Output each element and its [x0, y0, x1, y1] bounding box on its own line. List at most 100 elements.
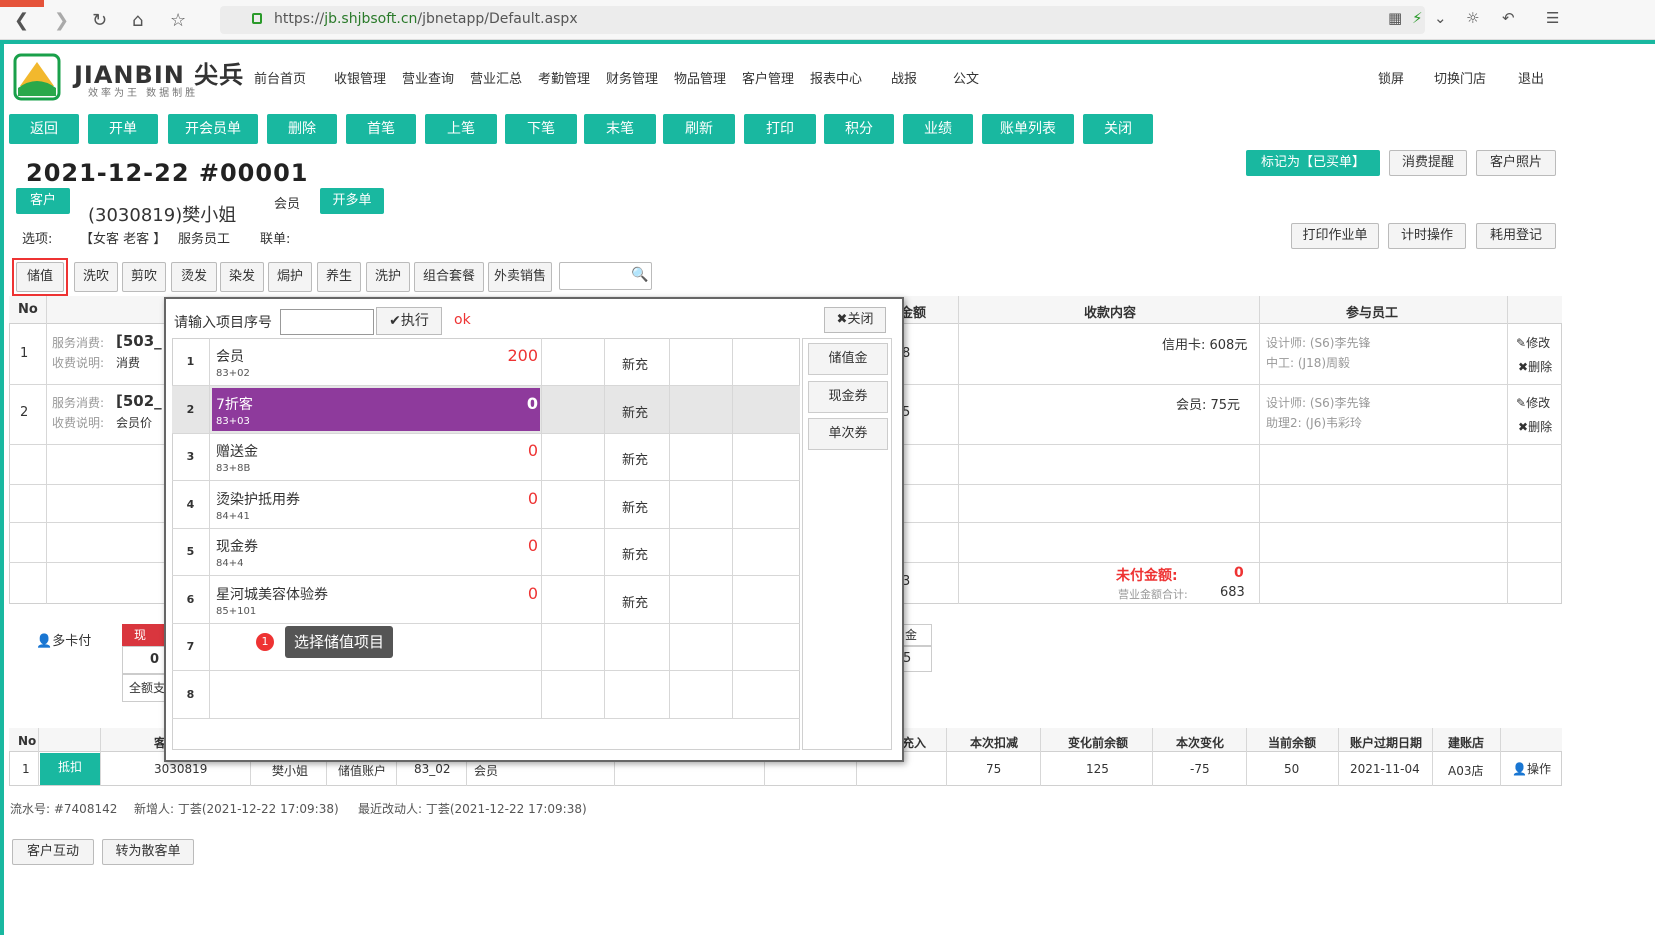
mark-paid-button[interactable]: 标记为【已买单】	[1246, 150, 1380, 176]
brand-logo-icon	[13, 53, 61, 101]
side-single-coupon-button[interactable]: 单次券	[808, 418, 888, 450]
grid-icon[interactable]: ▦	[1388, 9, 1402, 27]
toolbar-button[interactable]: 关闭	[1083, 114, 1153, 144]
category-button[interactable]: 洗吹	[74, 262, 118, 292]
back-icon[interactable]: ❮	[14, 10, 29, 31]
right-tab[interactable]: 金	[900, 624, 932, 646]
item-row[interactable]: 8	[172, 670, 800, 719]
customer-interaction-button[interactable]: 客户互动	[12, 839, 94, 865]
item-row[interactable]: 4 烫染护抵用券 84+41 0 新充	[172, 480, 800, 529]
col-divider	[669, 623, 670, 671]
cash-value[interactable]: 0	[122, 646, 166, 674]
nav-item[interactable]: 财务管理	[606, 68, 658, 87]
side-cash-coupon-button[interactable]: 现金券	[808, 381, 888, 413]
category-button[interactable]: 外卖销售	[488, 262, 552, 292]
toolbar-button[interactable]: 返回	[9, 114, 79, 144]
convert-walkin-button[interactable]: 转为散客单	[102, 839, 194, 865]
toolbar-button[interactable]: 末笔	[584, 114, 656, 144]
star-icon[interactable]: ☆	[170, 10, 186, 31]
acct-col-charge: 充入	[902, 736, 927, 750]
toolbar-button[interactable]: 刷新	[663, 114, 735, 144]
brightness-icon[interactable]: ☼	[1466, 9, 1479, 27]
toolbar-button[interactable]: 业绩	[903, 114, 973, 144]
acct-operate-button[interactable]: 👤操作	[1512, 760, 1551, 777]
nav-item[interactable]: 物品管理	[674, 68, 726, 87]
nav-item[interactable]: 战报	[891, 68, 917, 87]
toolbar-button[interactable]: 上笔	[425, 114, 497, 144]
nav-item[interactable]: 报表中心	[810, 68, 862, 87]
nav-item[interactable]: 客户管理	[742, 68, 794, 87]
item-value: 200	[507, 346, 538, 365]
toolbar-button[interactable]: 删除	[267, 114, 337, 144]
row-no: 2	[20, 405, 29, 420]
full-pay-button[interactable]: 全额支	[122, 674, 166, 702]
chevron-down-icon[interactable]: ⌄	[1434, 9, 1447, 27]
forward-icon[interactable]: ❯	[54, 10, 69, 31]
deduct-button[interactable]: 抵扣	[40, 753, 100, 785]
category-button[interactable]: 洗护	[366, 262, 410, 292]
item-row[interactable]: 1 会员 83+02 200 新充	[172, 338, 800, 386]
nav-item[interactable]: 收银管理	[334, 68, 386, 87]
item-row[interactable]: 2 7折客 83+03 0 新充	[172, 385, 800, 434]
category-button[interactable]: 组合套餐	[414, 262, 484, 292]
menu-icon[interactable]: ☰	[1546, 9, 1559, 27]
timer-button[interactable]: 计时操作	[1388, 223, 1466, 249]
nav-item[interactable]: 考勤管理	[538, 68, 590, 87]
category-button[interactable]: 烫发	[171, 262, 217, 292]
toolbar-button[interactable]: 打印	[744, 114, 816, 144]
multi-order-button[interactable]: 开多单	[320, 188, 384, 214]
search-icon[interactable]: 🔍	[631, 267, 648, 283]
col-divider	[1259, 296, 1260, 604]
service-staff-link[interactable]: 服务员工	[178, 228, 230, 247]
category-button[interactable]: 养生	[317, 262, 361, 292]
edit-button[interactable]: ✎修改	[1516, 394, 1550, 411]
toolbar-button[interactable]: 账单列表	[982, 114, 1074, 144]
col-divider	[732, 575, 733, 624]
item-row[interactable]: 5 现金券 84+4 0 新充	[172, 528, 800, 576]
reload-icon[interactable]: ↻	[92, 10, 107, 31]
print-worksheet-button[interactable]: 打印作业单	[1291, 223, 1379, 249]
linked-order-label[interactable]: 联单:	[260, 228, 290, 247]
delete-button[interactable]: ✖删除	[1518, 358, 1552, 375]
item-no: 1	[172, 338, 210, 386]
category-button[interactable]: 焗护	[268, 262, 312, 292]
cash-tab[interactable]: 现	[122, 624, 166, 646]
toolbar-button[interactable]: 开单	[88, 114, 158, 144]
customer-photo-button[interactable]: 客户照片	[1476, 150, 1556, 176]
toolbar-button[interactable]: 下笔	[505, 114, 577, 144]
execute-button[interactable]: ✔执行	[376, 307, 442, 335]
delete-button[interactable]: ✖删除	[1518, 418, 1552, 435]
nav-right-item[interactable]: 退出	[1518, 68, 1544, 87]
item-row[interactable]: 6 星河城美容体验券 85+101 0 新充	[172, 575, 800, 624]
unpaid-label: 未付金额:	[1116, 568, 1178, 584]
toolbar-button[interactable]: 积分	[824, 114, 894, 144]
side-stored-value-button[interactable]: 储值金	[808, 343, 888, 375]
consumption-log-button[interactable]: 耗用登记	[1476, 223, 1556, 249]
nav-right-item[interactable]: 切换门店	[1434, 68, 1486, 87]
nav-item[interactable]: 营业汇总	[470, 68, 522, 87]
category-button[interactable]: 剪吹	[122, 262, 166, 292]
edit-button[interactable]: ✎修改	[1516, 334, 1550, 351]
col-divider	[1338, 728, 1339, 786]
item-name-box	[212, 387, 540, 431]
consume-reminder-button[interactable]: 消费提醒	[1389, 150, 1467, 176]
url-text[interactable]: https://jb.shjbsoft.cn/jbnetapp/Default.…	[274, 11, 578, 27]
nav-right-item[interactable]: 锁屏	[1378, 68, 1404, 87]
undo-icon[interactable]: ↶	[1502, 9, 1515, 27]
toolbar-button[interactable]: 首笔	[346, 114, 416, 144]
home-icon[interactable]: ⌂	[132, 10, 143, 31]
right-value[interactable]: 5	[900, 646, 932, 672]
customer-button[interactable]: 客户	[16, 188, 70, 214]
nav-item[interactable]: 营业查询	[402, 68, 454, 87]
dialog-close-button[interactable]: ✖关闭	[824, 307, 886, 333]
url-prefix: https://	[274, 11, 325, 27]
nav-item[interactable]: 公文	[953, 68, 979, 87]
nav-item[interactable]: 前台首页	[254, 68, 306, 87]
item-row[interactable]: 3 赠送金 83+8B 0 新充	[172, 433, 800, 481]
toolbar-button[interactable]: 开会员单	[168, 114, 258, 144]
multi-card-button[interactable]: 👤多卡付	[36, 630, 91, 649]
acct-row-before: 125	[1086, 762, 1109, 776]
item-no-input[interactable]	[280, 309, 374, 335]
category-button[interactable]: 染发	[220, 262, 264, 292]
bolt-icon[interactable]: ⚡	[1412, 9, 1423, 27]
